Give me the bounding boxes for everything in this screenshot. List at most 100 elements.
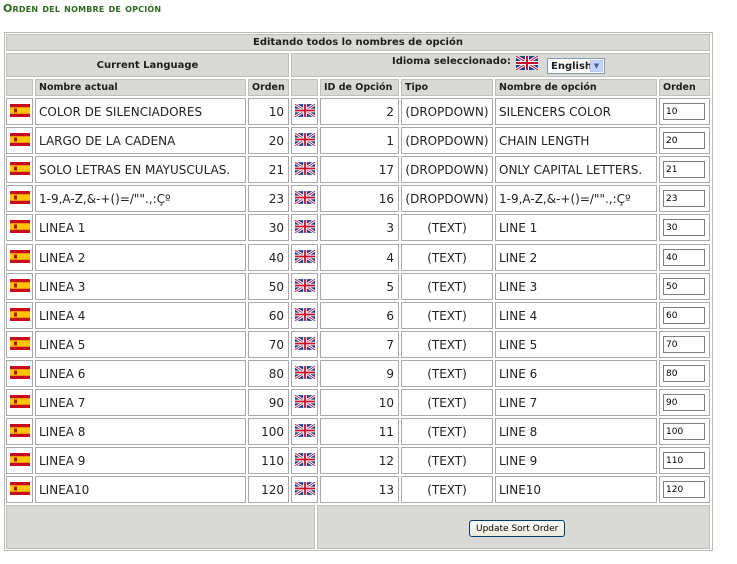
language-select[interactable]: English ▼ — [547, 58, 605, 74]
uk-flag-cell — [291, 302, 318, 329]
spain-flag-icon — [9, 306, 30, 325]
id-opcion-cell: 6 — [320, 302, 399, 329]
col-orden: Orden — [248, 79, 289, 96]
orden-cell: 20 — [248, 127, 289, 154]
id-opcion-cell: 12 — [320, 447, 399, 474]
orden-input[interactable] — [663, 307, 705, 324]
orden-input[interactable] — [663, 452, 705, 469]
uk-flag-cell — [291, 273, 318, 300]
spain-flag-cell — [6, 447, 33, 474]
nombre-actual-cell: LINEA 8 — [35, 418, 246, 445]
orden-input[interactable] — [663, 103, 705, 120]
orden-input[interactable] — [663, 249, 705, 266]
nombre-actual-cell: SOLO LETRAS EN MAYUSCULAS. — [35, 156, 246, 183]
nombre-actual-cell: LINEA 2 — [35, 244, 246, 271]
id-opcion-cell: 2 — [320, 98, 399, 125]
id-opcion-cell: 17 — [320, 156, 399, 183]
nombre-actual-cell: COLOR DE SILENCIADORES — [35, 98, 246, 125]
tipo-cell: (DROPDOWN) — [401, 127, 493, 154]
nombre-actual-cell: LINEA 9 — [35, 447, 246, 474]
uk-flag-icon — [293, 393, 316, 412]
tipo-cell: (DROPDOWN) — [401, 98, 493, 125]
tipo-cell: (TEXT) — [401, 389, 493, 416]
nombre-actual-cell: LINEA 5 — [35, 331, 246, 358]
options-table: Editando todos lo nombres de opción Curr… — [4, 32, 713, 551]
nombre-opcion-cell: LINE 6 — [495, 360, 657, 387]
spain-flag-icon — [9, 102, 30, 121]
orden-input[interactable] — [663, 278, 705, 295]
id-opcion-cell: 5 — [320, 273, 399, 300]
uk-flag-cell — [291, 418, 318, 445]
id-opcion-cell: 1 — [320, 127, 399, 154]
nombre-actual-cell: LINEA 4 — [35, 302, 246, 329]
orden-input-cell — [659, 185, 710, 212]
orden-input-cell — [659, 302, 710, 329]
spain-flag-cell — [6, 360, 33, 387]
tipo-cell: (TEXT) — [401, 214, 493, 241]
update-sort-order-button[interactable]: Update Sort Order — [469, 520, 566, 537]
current-language-header: Current Language — [6, 53, 289, 77]
uk-flag-cell — [291, 127, 318, 154]
orden-input-cell — [659, 244, 710, 271]
spain-flag-cell — [6, 127, 33, 154]
nombre-actual-cell: LINEA 1 — [35, 214, 246, 241]
table-main-header: Editando todos lo nombres de opción — [6, 34, 710, 51]
uk-flag-cell — [291, 389, 318, 416]
orden-input-cell — [659, 447, 710, 474]
uk-flag-cell — [291, 156, 318, 183]
orden-cell: 23 — [248, 185, 289, 212]
idioma-label: Idioma seleccionado: — [392, 56, 511, 67]
spain-flag-icon — [9, 480, 30, 499]
tipo-cell: (DROPDOWN) — [401, 156, 493, 183]
col-flag-empty — [6, 79, 33, 96]
uk-flag-cell — [291, 214, 318, 241]
spain-flag-cell — [6, 273, 33, 300]
orden-input[interactable] — [663, 365, 705, 382]
orden-input[interactable] — [663, 394, 705, 411]
footer-left — [6, 505, 315, 549]
uk-flag-cell — [291, 185, 318, 212]
orden-input[interactable] — [663, 132, 705, 149]
orden-cell: 50 — [248, 273, 289, 300]
orden-input[interactable] — [663, 423, 705, 440]
spain-flag-icon — [9, 335, 30, 354]
uk-flag-icon — [293, 364, 316, 383]
orden-input[interactable] — [663, 481, 705, 498]
id-opcion-cell: 9 — [320, 360, 399, 387]
chevron-down-icon[interactable]: ▼ — [590, 60, 603, 72]
nombre-opcion-cell: LINE 7 — [495, 389, 657, 416]
tipo-cell: (TEXT) — [401, 360, 493, 387]
col-nombre-actual: Nombre actual — [35, 79, 246, 96]
orden-input[interactable] — [663, 161, 705, 178]
nombre-actual-cell: 1-9,A-Z,&-+()=/"".,:Çº — [35, 185, 246, 212]
orden-cell: 120 — [248, 476, 289, 503]
nombre-opcion-cell: LINE10 — [495, 476, 657, 503]
uk-flag-cell — [291, 447, 318, 474]
spain-flag-icon — [9, 364, 30, 383]
uk-flag-icon — [293, 160, 316, 179]
col-flag-empty-2 — [291, 79, 318, 96]
tipo-cell: (DROPDOWN) — [401, 185, 493, 212]
nombre-actual-cell: LINEA10 — [35, 476, 246, 503]
selected-language-header: Idioma seleccionado: English ▼ — [291, 53, 710, 77]
uk-flag-icon — [293, 306, 316, 325]
spain-flag-icon — [9, 451, 30, 470]
orden-cell: 21 — [248, 156, 289, 183]
uk-flag-cell — [291, 331, 318, 358]
orden-input[interactable] — [663, 336, 705, 353]
orden-cell: 110 — [248, 447, 289, 474]
uk-flag-cell — [291, 476, 318, 503]
spain-flag-cell — [6, 331, 33, 358]
col-nombre-opcion: Nombre de opción — [495, 79, 657, 96]
tipo-cell: (TEXT) — [401, 302, 493, 329]
orden-input-cell — [659, 127, 710, 154]
spain-flag-cell — [6, 98, 33, 125]
nombre-opcion-cell: SILENCERS COLOR — [495, 98, 657, 125]
orden-input-cell — [659, 273, 710, 300]
spain-flag-cell — [6, 302, 33, 329]
uk-flag-cell — [291, 98, 318, 125]
orden-input[interactable] — [663, 190, 705, 207]
spain-flag-cell — [6, 476, 33, 503]
uk-flag-icon — [293, 422, 316, 441]
orden-input[interactable] — [663, 219, 705, 236]
